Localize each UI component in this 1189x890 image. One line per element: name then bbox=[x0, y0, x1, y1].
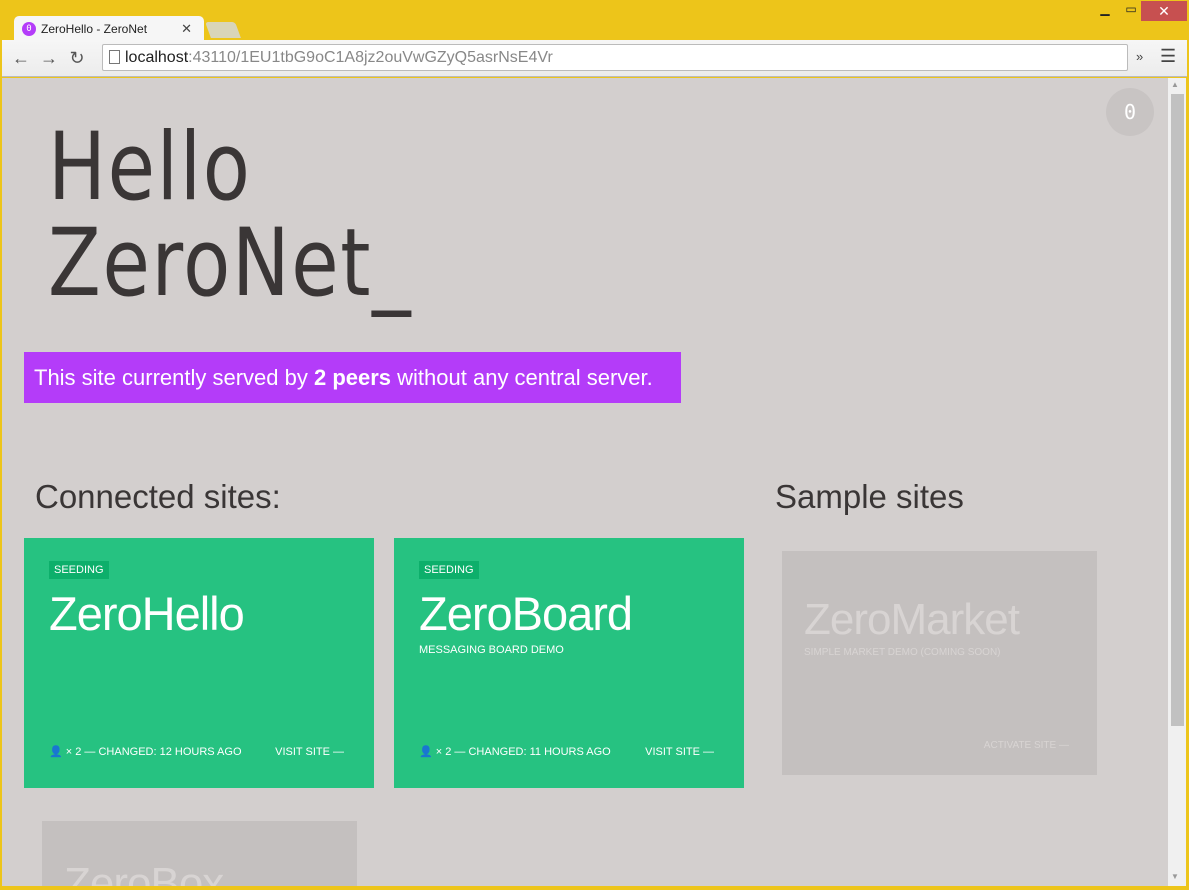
maximize-button[interactable]: ▭ bbox=[1120, 2, 1142, 20]
url-path: :43110/1EU1tbG9oC1A8jz2ouVwGZyQ5asrNsE4V… bbox=[188, 48, 553, 66]
peers-count: 2 peers bbox=[313, 365, 392, 390]
reload-icon[interactable]: ↻ bbox=[66, 48, 88, 69]
notification-badge[interactable]: 0 bbox=[1106, 88, 1154, 136]
tab-title: ZeroHello - ZeroNet bbox=[41, 22, 148, 36]
user-icon: 👤 bbox=[49, 746, 63, 758]
site-card-zeroboard[interactable]: SEEDING ZeroBoard MESSAGING BOARD DEMO 👤… bbox=[394, 538, 744, 788]
seeding-badge: SEEDING bbox=[49, 561, 109, 579]
page-title: Hello ZeroNet_ bbox=[48, 120, 412, 312]
sample-card-zeromarket[interactable]: ZeroMarket SIMPLE MARKET DEMO (COMING SO… bbox=[782, 551, 1097, 775]
page-icon bbox=[109, 50, 120, 64]
site-meta: 👤 × 2 — CHANGED: 12 HOURS AGO bbox=[49, 745, 242, 758]
peers-suffix: without any central server. bbox=[391, 365, 653, 390]
new-tab-button[interactable] bbox=[205, 22, 241, 38]
browser-tab[interactable]: 0 ZeroHello - ZeroNet ✕ bbox=[14, 16, 204, 42]
site-meta-text: × 2 — CHANGED: 12 HOURS AGO bbox=[65, 746, 242, 758]
browser-toolbar: ← → ↻ localhost:43110/1EU1tbG9oC1A8jz2ou… bbox=[2, 40, 1187, 77]
site-title: ZeroHello bbox=[49, 587, 245, 640]
site-description: SIMPLE MARKET DEMO (COMING SOON) bbox=[804, 647, 1001, 658]
forward-icon[interactable]: → bbox=[38, 48, 60, 69]
close-window-button[interactable]: ✕ bbox=[1141, 1, 1187, 21]
tab-close-icon[interactable]: ✕ bbox=[181, 21, 192, 37]
address-bar[interactable]: localhost:43110/1EU1tbG9oC1A8jz2ouVwGZyQ… bbox=[102, 44, 1128, 71]
extensions-overflow-icon[interactable]: » bbox=[1136, 49, 1143, 64]
site-title: ZeroBox bbox=[64, 862, 223, 886]
sample-card-zerobox[interactable]: ZeroBox bbox=[42, 821, 357, 886]
url-host: localhost bbox=[125, 48, 189, 66]
connected-sites-heading: Connected sites: bbox=[35, 478, 281, 515]
scroll-up-icon[interactable]: ▲ bbox=[1171, 80, 1179, 89]
visit-site-link[interactable]: VISIT SITE — bbox=[645, 746, 714, 758]
back-icon[interactable]: ← bbox=[10, 48, 32, 69]
scrollbar-thumb[interactable] bbox=[1171, 94, 1184, 726]
site-meta-text: × 2 — CHANGED: 11 HOURS AGO bbox=[435, 746, 611, 758]
menu-icon[interactable]: ☰ bbox=[1160, 46, 1176, 67]
visit-site-link[interactable]: VISIT SITE — bbox=[275, 746, 344, 758]
title-line-1: Hello bbox=[48, 113, 252, 222]
site-meta: 👤 × 2 — CHANGED: 11 HOURS AGO bbox=[419, 745, 611, 758]
site-description: MESSAGING BOARD DEMO bbox=[419, 644, 564, 656]
site-title: ZeroBoard bbox=[419, 587, 633, 640]
zeronet-favicon-icon: 0 bbox=[22, 22, 36, 36]
site-card-zerohello[interactable]: SEEDING ZeroHello 👤 × 2 — CHANGED: 12 HO… bbox=[24, 538, 374, 788]
user-icon: 👤 bbox=[419, 746, 433, 758]
activate-site-link[interactable]: ACTIVATE SITE — bbox=[984, 740, 1069, 751]
title-line-2: ZeroNet_ bbox=[48, 209, 413, 318]
site-title: ZeroMarket bbox=[804, 595, 1020, 644]
minimize-button[interactable]: ▁ bbox=[1094, 2, 1116, 20]
scroll-down-icon[interactable]: ▼ bbox=[1171, 872, 1179, 881]
sample-sites-heading: Sample sites bbox=[775, 478, 964, 515]
page-content: 0 Hello ZeroNet_ This site currently ser… bbox=[2, 78, 1168, 886]
peers-banner: This site currently served by 2 peers wi… bbox=[24, 352, 681, 403]
peers-prefix: This site currently served by bbox=[34, 365, 314, 390]
seeding-badge: SEEDING bbox=[419, 561, 479, 579]
